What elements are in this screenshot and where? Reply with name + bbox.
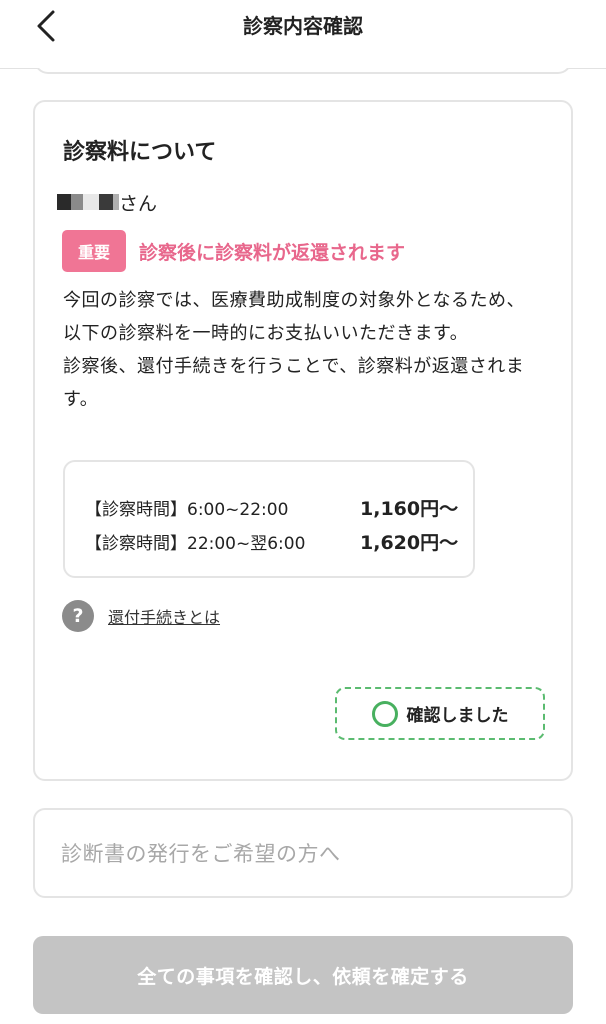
app-header: 診察内容確認	[0, 0, 606, 68]
fee-info-card: 診察料について さん 重要 診察後に診察料が返還されます 今回の診察では、医療費…	[33, 100, 573, 781]
page-title: 診察内容確認	[243, 14, 363, 38]
redacted-name-block	[71, 194, 83, 210]
description-line: 今回の診察では、医療費助成制度の対象外となるため、以下の診察料を一時的にお支払い…	[63, 290, 525, 344]
important-message: 診察後に診察料が返還されます	[139, 241, 406, 264]
question-icon: ?	[62, 600, 94, 632]
confirm-label: 確認しました	[406, 706, 509, 726]
fee-price: 1,160円〜	[360, 497, 459, 520]
description-line: 診察後、還付手続きを行うことで、診察料が返還されます。	[63, 356, 525, 410]
fee-row: 【診察時間】6:00~22:00 1,160円〜	[85, 490, 473, 524]
fee-table: 【診察時間】6:00~22:00 1,160円〜 【診察時間】22:00~翌6:…	[63, 460, 475, 578]
patient-suffix: さん	[119, 192, 158, 215]
patient-name: さん	[57, 188, 157, 216]
refund-help: ? 還付手続きとは	[62, 600, 220, 632]
circle-check-icon	[371, 700, 398, 727]
submit-button[interactable]: 全ての事項を確認し、依頼を確定する	[33, 936, 573, 1014]
redacted-name-block	[99, 194, 113, 210]
fee-section-title: 診察料について	[63, 140, 217, 165]
submit-label: 全ての事項を確認し、依頼を確定する	[137, 965, 469, 988]
fee-time-label: 【診察時間】22:00~翌6:00	[85, 533, 306, 554]
fee-price: 1,620円〜	[360, 531, 459, 554]
fee-row: 【診察時間】22:00~翌6:00 1,620円〜	[85, 524, 473, 558]
redacted-name-block	[57, 194, 71, 210]
refund-procedure-link[interactable]: 還付手続きとは	[108, 604, 220, 628]
diagnosis-certificate-label: 診断書の発行をご希望の方へ	[61, 842, 341, 866]
fee-description: 今回の診察では、医療費助成制度の対象外となるため、以下の診察料を一時的にお支払い…	[63, 284, 543, 416]
redacted-name-block	[83, 194, 99, 210]
important-badge: 重要	[62, 230, 126, 272]
confirm-button[interactable]: 確認しました	[335, 687, 545, 740]
important-notice: 重要 診察後に診察料が返還されます	[62, 230, 405, 272]
diagnosis-certificate-card[interactable]: 診断書の発行をご希望の方へ	[33, 808, 573, 898]
fee-time-label: 【診察時間】6:00~22:00	[85, 499, 289, 520]
